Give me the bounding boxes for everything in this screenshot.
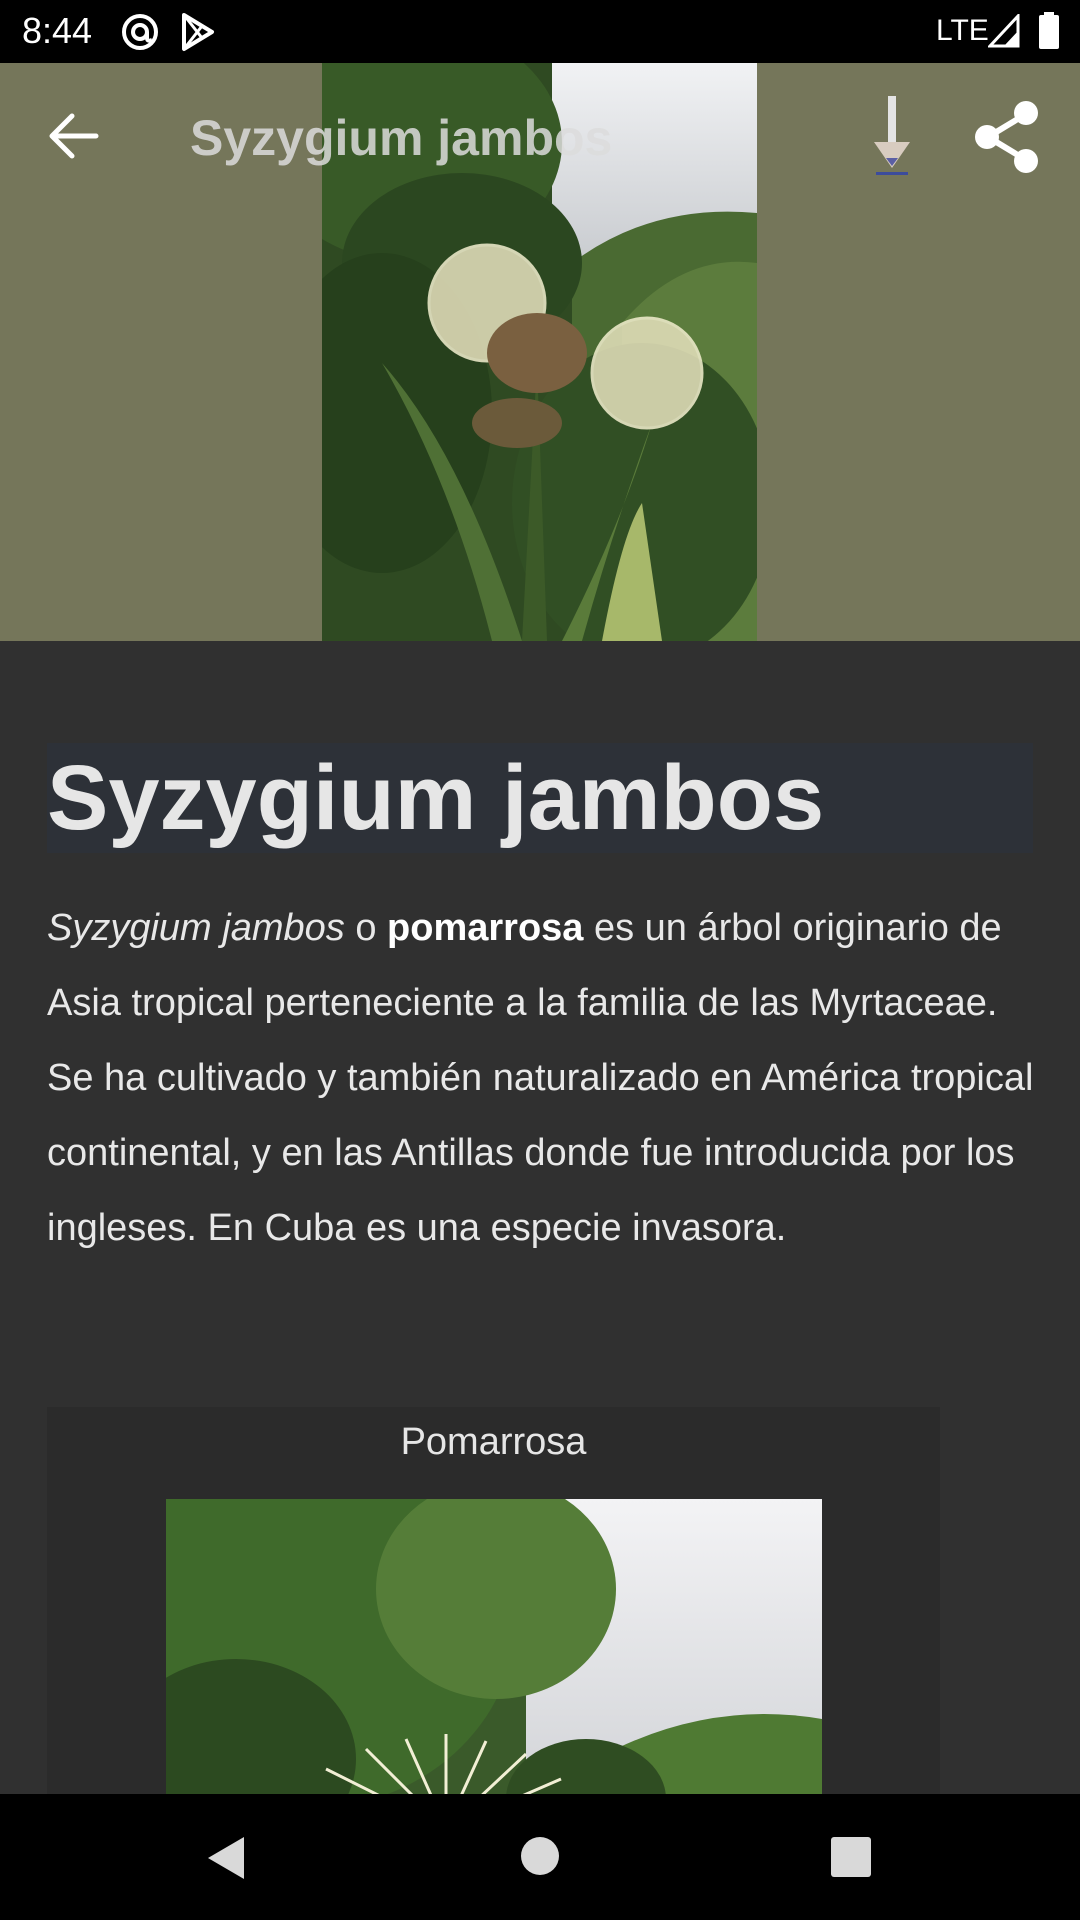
back-triangle-icon[interactable] <box>204 1834 248 1882</box>
infobox: Pomarrosa <box>47 1407 940 1794</box>
share-icon[interactable] <box>972 100 1042 174</box>
download-icon[interactable] <box>868 96 916 178</box>
play-store-icon <box>182 13 214 51</box>
article-intro-paragraph: Syzygium jambos o pomarrosa es un árbol … <box>47 891 1037 1266</box>
hero-image-area: Syzygium jambos <box>0 63 1080 641</box>
battery-icon <box>1039 12 1059 49</box>
article-title: Syzygium jambos <box>47 743 1033 853</box>
home-circle-icon[interactable] <box>520 1836 560 1876</box>
infobox-caption: Pomarrosa <box>400 1421 587 1463</box>
toolbar-title: Syzygium jambos <box>190 110 613 166</box>
common-name-bold: pomarrosa <box>387 907 584 949</box>
network-type-label: LTE <box>936 14 989 47</box>
at-sign-icon <box>122 14 158 50</box>
recents-square-icon[interactable] <box>830 1836 872 1878</box>
article-content: Syzygium jambos Syzygium jambos o pomarr… <box>0 641 1080 1794</box>
status-bar: 8:44 LTE <box>0 0 1080 63</box>
back-arrow-icon[interactable] <box>44 110 104 162</box>
status-time: 8:44 <box>22 10 93 51</box>
infobox-plant-photo[interactable] <box>166 1499 822 1794</box>
intro-connector: o <box>344 907 388 949</box>
navigation-bar <box>0 1794 1080 1920</box>
intro-text: es un árbol originario de Asia tropical … <box>47 907 1034 1249</box>
species-name-italic: Syzygium jambos <box>47 907 345 949</box>
signal-icon <box>988 14 1020 48</box>
